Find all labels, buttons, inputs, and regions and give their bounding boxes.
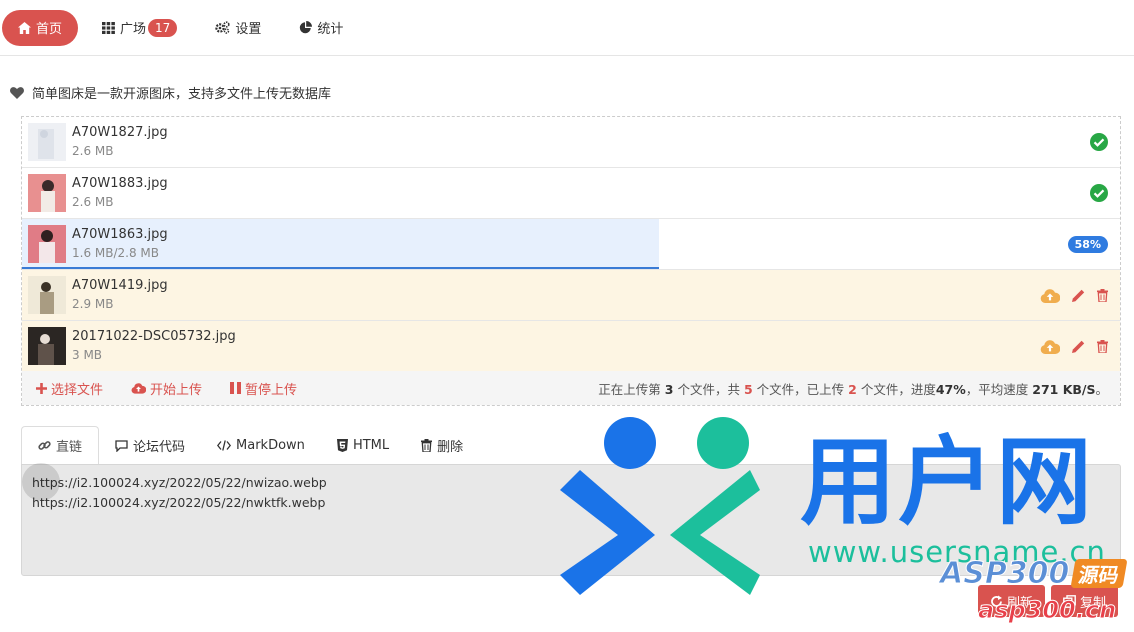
- copy-button[interactable]: 复制: [1051, 585, 1119, 617]
- upload-file-button[interactable]: [1040, 339, 1060, 354]
- file-size: 2.6 MB: [72, 144, 114, 158]
- trash-icon: [421, 439, 433, 452]
- tab-delete[interactable]: 删除: [405, 426, 479, 465]
- html5-icon: [336, 439, 348, 452]
- start-upload-label: 开始上传: [150, 382, 203, 398]
- check-circle-icon: [1090, 133, 1108, 151]
- cloud-upload-icon: [131, 383, 147, 394]
- pie-chart-icon: [300, 21, 313, 34]
- upload-action-bar: 选择文件 开始上传 暂停上传 正在上传第 3 个文件，共 5 个文件，已上传 2…: [22, 371, 1120, 405]
- upload-status-text: 正在上传第 3 个文件，共 5 个文件，已上传 2 个文件，进度47%，平均速度…: [598, 381, 1108, 397]
- edit-file-button[interactable]: [1072, 340, 1085, 353]
- file-name: A70W1863.jpg: [72, 227, 168, 242]
- notice-text: 简单图床是一款开源图床，支持多文件上传无数据库: [32, 87, 332, 102]
- nav-stats-label: 统计: [317, 22, 344, 37]
- file-name: A70W1419.jpg: [72, 278, 168, 293]
- overall-progress: 47%: [935, 381, 966, 397]
- nav-home-label: 首页: [36, 22, 63, 37]
- cloud-upload-icon: [1040, 288, 1060, 303]
- pencil-icon: [1072, 289, 1085, 302]
- tab-html[interactable]: HTML: [321, 426, 405, 465]
- link-icon: [38, 441, 51, 450]
- upload-file-list: A70W1827.jpg 2.6 MB A70W1883.jpg 2.6 MB …: [21, 116, 1121, 406]
- top-nav: 首页 广场 17 设置 统计: [0, 0, 1134, 56]
- current-file-index: 3: [664, 381, 674, 397]
- trash-icon: [1097, 288, 1108, 302]
- file-row-pending: 20171022-DSC05732.jpg 3 MB: [22, 321, 1120, 372]
- grid-icon: [102, 21, 115, 34]
- pause-upload-label: 暂停上传: [245, 382, 298, 398]
- pencil-icon: [1072, 340, 1085, 353]
- square-count-badge: 17: [148, 18, 178, 37]
- edit-file-button[interactable]: [1072, 289, 1085, 302]
- tab-direct-link[interactable]: 直链: [21, 426, 100, 465]
- file-name: A70W1883.jpg: [72, 176, 168, 191]
- file-row: A70W1883.jpg 2.6 MB: [22, 168, 1120, 219]
- file-size: 2.6 MB: [72, 195, 114, 209]
- refresh-icon: [991, 595, 1002, 607]
- nav-stats[interactable]: 统计: [285, 10, 357, 46]
- refresh-button[interactable]: 刷新: [978, 585, 1046, 617]
- file-thumbnail: [28, 225, 66, 263]
- result-link: https://i2.100024.xyz/2022/05/22/nwktfk.…: [32, 495, 326, 510]
- heart-icon: [10, 86, 24, 99]
- notice: 简单图床是一款开源图床，支持多文件上传无数据库: [10, 83, 331, 102]
- copy-icon: [1063, 594, 1076, 608]
- file-thumbnail: [28, 123, 66, 161]
- total-files: 5: [743, 381, 753, 397]
- tab-markdown[interactable]: MarkDown: [201, 426, 321, 465]
- select-files-button[interactable]: 选择文件: [36, 379, 103, 398]
- file-name: A70W1827.jpg: [72, 125, 168, 140]
- home-icon: [18, 21, 31, 34]
- file-thumbnail: [28, 174, 66, 212]
- tab-forum-code[interactable]: 论坛代码: [99, 426, 201, 465]
- nav-square-label: 广场: [120, 22, 147, 37]
- file-size: 1.6 MB/2.8 MB: [72, 246, 160, 260]
- nav-home[interactable]: 首页: [2, 9, 79, 46]
- file-thumbnail: [28, 327, 66, 365]
- result-textarea[interactable]: https://i2.100024.xyz/2022/05/22/nwizao.…: [21, 464, 1121, 576]
- select-files-label: 选择文件: [51, 382, 104, 398]
- delete-file-button[interactable]: [1097, 339, 1108, 353]
- file-name: 20171022-DSC05732.jpg: [72, 329, 236, 344]
- trash-icon: [1097, 339, 1108, 353]
- check-circle-icon: [1090, 184, 1108, 202]
- average-speed: 271 KB/S: [1032, 381, 1096, 397]
- pause-upload-button[interactable]: 暂停上传: [230, 379, 297, 398]
- start-upload-button[interactable]: 开始上传: [131, 379, 202, 398]
- nav-square[interactable]: 广场 17: [88, 10, 191, 46]
- file-size: 3 MB: [72, 348, 103, 362]
- plus-icon: [36, 382, 47, 394]
- code-icon: [217, 440, 232, 451]
- upload-file-button[interactable]: [1040, 288, 1060, 303]
- file-row: A70W1827.jpg 2.6 MB: [22, 117, 1120, 168]
- upload-percent-badge: 58%: [1067, 235, 1108, 253]
- comment-icon: [115, 439, 128, 452]
- pause-icon: [230, 382, 242, 394]
- uploaded-count: 2: [848, 381, 857, 397]
- result-link: https://i2.100024.xyz/2022/05/22/nwizao.…: [32, 475, 327, 490]
- file-size: 2.9 MB: [72, 297, 114, 311]
- gears-icon: [215, 21, 230, 34]
- click-ripple: [22, 463, 60, 501]
- nav-settings[interactable]: 设置: [201, 10, 275, 46]
- delete-file-button[interactable]: [1097, 288, 1108, 302]
- nav-settings-label: 设置: [235, 22, 262, 37]
- file-thumbnail: [28, 276, 66, 314]
- file-row-uploading: A70W1863.jpg 1.6 MB/2.8 MB 58%: [22, 219, 1120, 270]
- cloud-upload-icon: [1040, 339, 1060, 354]
- result-tabs: 直链 论坛代码 MarkDown HTML 删除: [21, 426, 479, 465]
- file-row-pending: A70W1419.jpg 2.9 MB: [22, 270, 1120, 321]
